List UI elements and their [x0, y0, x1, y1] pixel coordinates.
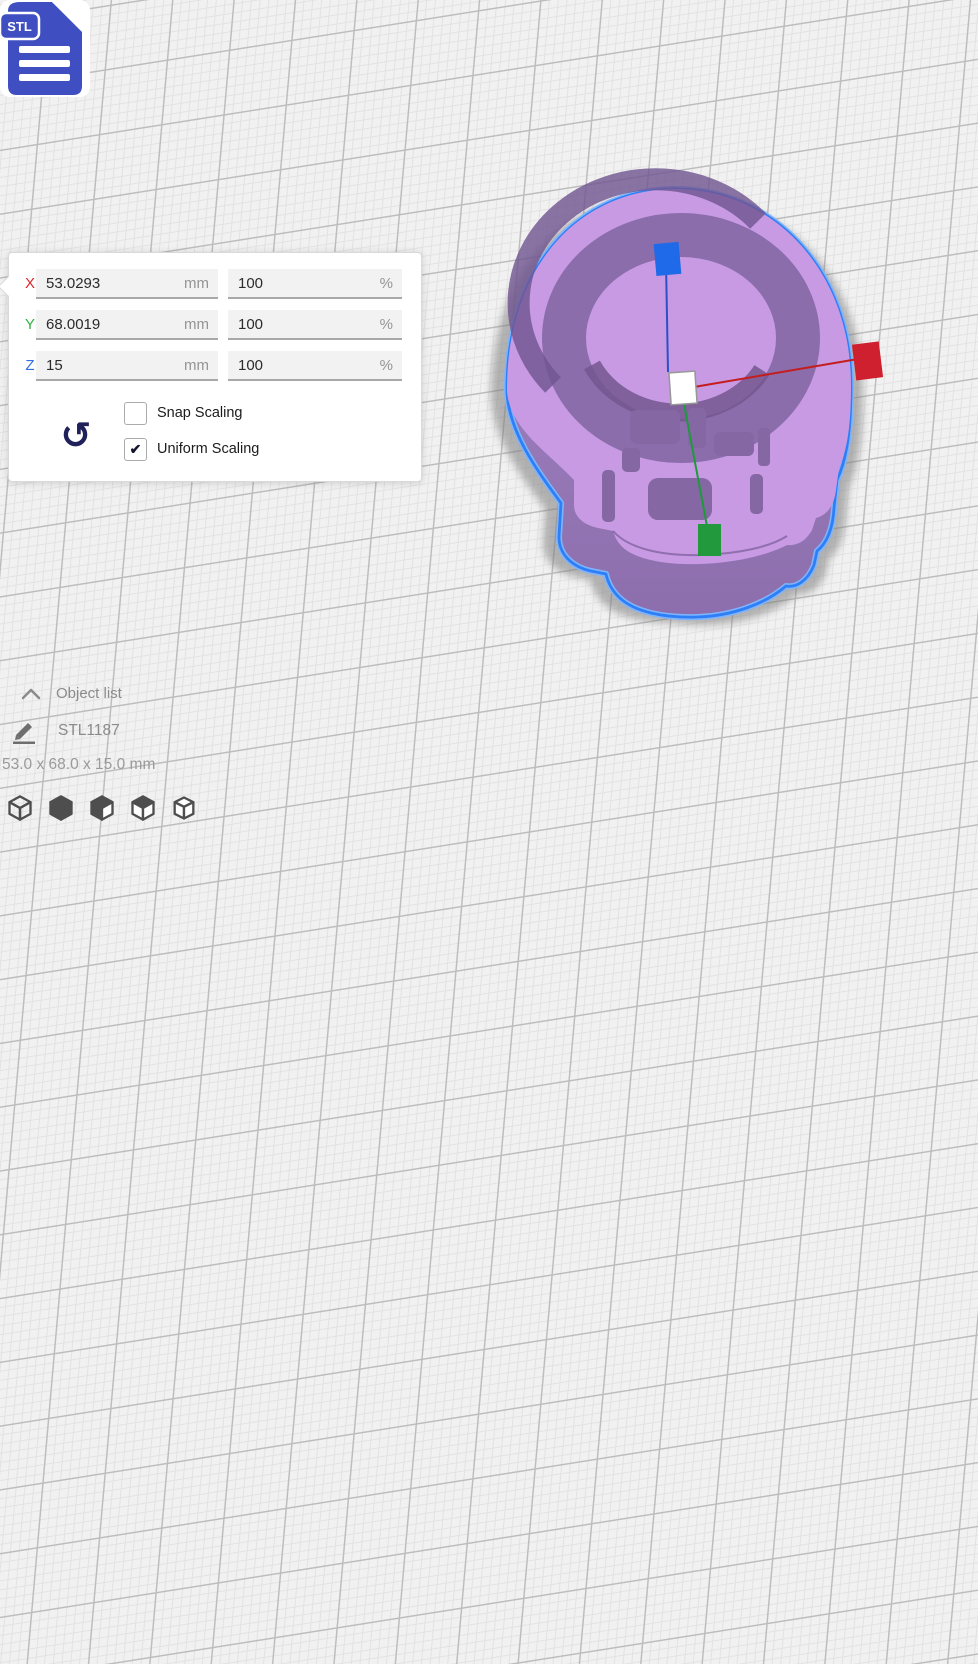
uniform-scaling-checkbox[interactable]: ✔ [124, 438, 147, 461]
chevron-up-icon [20, 687, 42, 701]
scale-x-percent-input[interactable] [228, 275, 380, 292]
percent-unit-label: % [380, 275, 402, 292]
snap-scaling-checkbox[interactable] [124, 402, 147, 425]
scale-tool-panel: X mm % Y mm % Z mm % ↺ [8, 252, 422, 482]
scale-row-z: Z mm % [9, 351, 421, 381]
scale-handle-center[interactable] [669, 371, 697, 405]
scale-z-mm-input[interactable] [36, 357, 184, 374]
scale-handle-y[interactable] [698, 524, 721, 556]
scale-y-mm-input[interactable] [36, 316, 184, 333]
document-lines [19, 46, 70, 81]
view-left-icon[interactable] [129, 794, 157, 822]
scale-z-percent-input[interactable] [228, 357, 380, 374]
view-right-icon[interactable] [170, 794, 198, 822]
mm-unit-label: mm [184, 275, 218, 292]
stl-badge-label: STL [7, 19, 32, 34]
view-front-icon[interactable] [47, 794, 75, 822]
camera-view-toolbar [6, 794, 198, 822]
scale-handle-z[interactable] [654, 242, 682, 276]
view-top-icon[interactable] [88, 794, 116, 822]
stl-file-icon: STL [0, 0, 90, 97]
object-list-label: Object list [56, 685, 122, 702]
scale-row-y: Y mm % [9, 310, 421, 340]
scale-row-x: X mm % [9, 269, 421, 299]
snap-scaling-label: Snap Scaling [157, 405, 242, 421]
object-list-item[interactable]: STL1187 [8, 718, 120, 744]
view-3d-icon[interactable] [6, 794, 34, 822]
mm-unit-label: mm [184, 357, 218, 374]
object-list-header[interactable]: Object list [20, 685, 122, 702]
uniform-scaling-label: Uniform Scaling [157, 441, 259, 457]
model-viewport [420, 150, 930, 680]
rename-pencil-icon[interactable] [8, 718, 44, 744]
reset-scale-button[interactable]: ↺ [56, 415, 96, 457]
percent-unit-label: % [380, 357, 402, 374]
checkmark-icon: ✔ [130, 442, 142, 456]
scale-y-percent-input[interactable] [228, 316, 380, 333]
scale-handle-x[interactable] [852, 341, 883, 380]
model-dimensions-readout: 53.0 x 68.0 x 15.0 mm [2, 756, 155, 774]
mm-unit-label: mm [184, 316, 218, 333]
scale-x-mm-input[interactable] [36, 275, 184, 292]
reset-rotate-ccw-icon: ↺ [60, 414, 91, 457]
object-item-name: STL1187 [58, 722, 120, 740]
percent-unit-label: % [380, 316, 402, 333]
